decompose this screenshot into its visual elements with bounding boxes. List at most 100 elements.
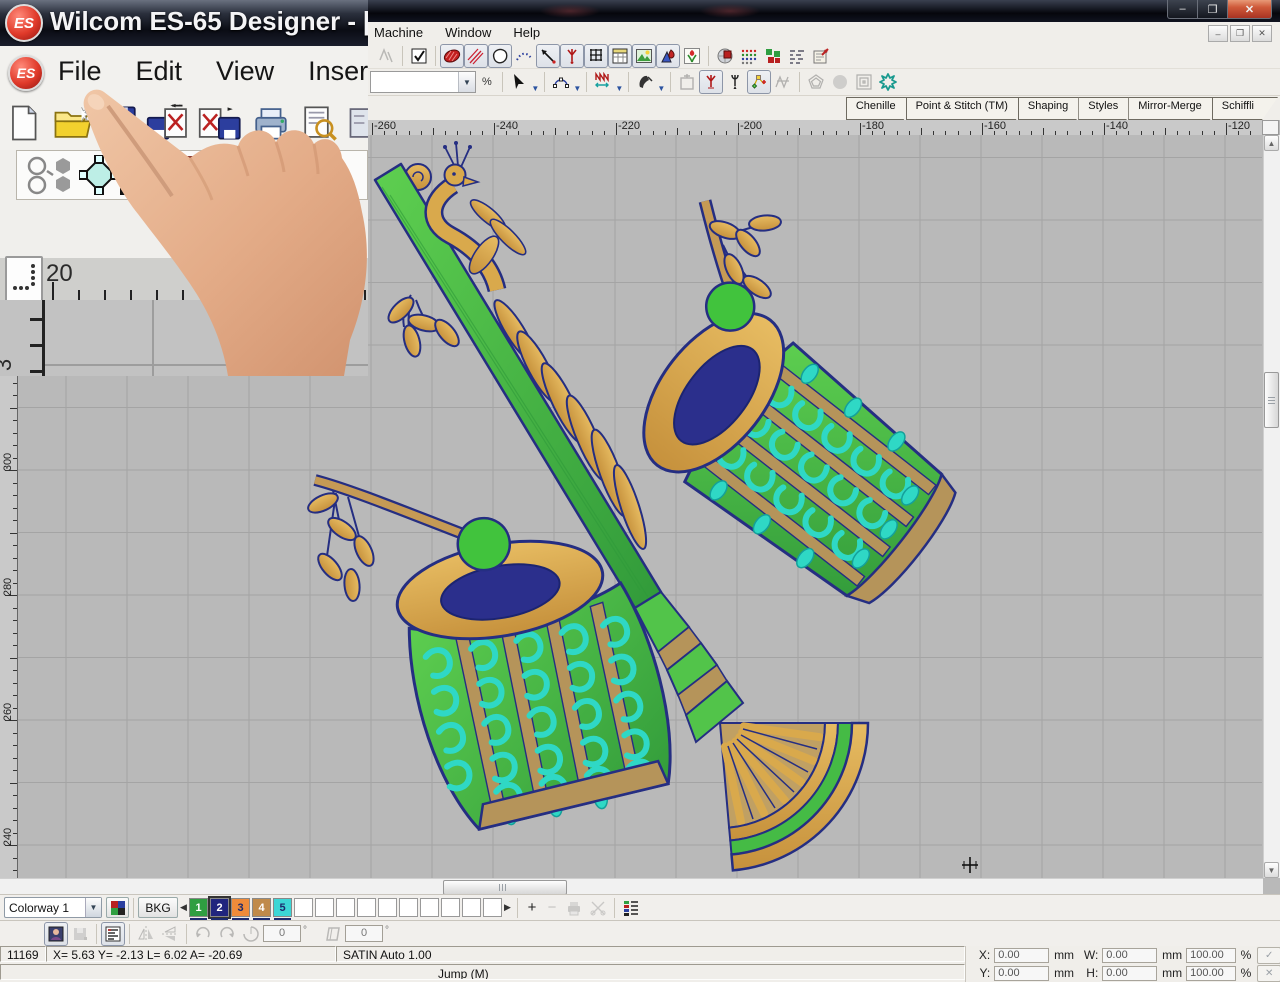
add-color-button[interactable]: + <box>522 896 542 920</box>
vertical-scroll-thumb[interactable] <box>1264 372 1279 428</box>
measure-arrow-icon[interactable] <box>536 44 560 68</box>
cancel-button[interactable]: ✕ <box>1257 965 1280 982</box>
scroll-down-icon[interactable]: ▼ <box>1264 862 1279 878</box>
empty-swatch[interactable] <box>462 898 481 917</box>
tutorial-zoom-inset: ES Wilcom ES-65 Designer - [20 ES FileEd… <box>0 0 368 376</box>
close-button[interactable]: ✕ <box>1228 0 1272 19</box>
select-arrow-icon[interactable] <box>507 70 531 94</box>
bkg-button[interactable]: BKG <box>138 897 178 918</box>
zoom-dropdown-icon[interactable]: ▼ <box>458 72 475 92</box>
minimize-button[interactable]: – <box>1167 0 1198 19</box>
empty-swatch[interactable] <box>399 898 418 917</box>
scroll-up-icon[interactable]: ▲ <box>1264 135 1279 151</box>
menu-item-window[interactable]: Window <box>445 25 491 40</box>
empty-swatch[interactable] <box>336 898 355 917</box>
ruler-tick <box>13 645 17 646</box>
empty-swatch[interactable] <box>357 898 376 917</box>
palette-grid-icon[interactable] <box>106 897 129 918</box>
right-drum[interactable] <box>607 273 983 626</box>
color-swatch-4[interactable]: 4 <box>252 898 271 917</box>
color-swatch-3[interactable]: 3 <box>231 898 250 917</box>
horizontal-scrollbar[interactable] <box>0 878 1263 895</box>
h-label: H: <box>1082 966 1098 980</box>
y-input[interactable]: 0.00 <box>994 966 1049 981</box>
pen-dropdown-icon[interactable]: ▼ <box>657 71 666 93</box>
colorway-select[interactable]: Colorway 1 ▼ <box>4 897 102 918</box>
justify-list-icon[interactable] <box>101 922 125 946</box>
zoom-value[interactable] <box>371 72 458 92</box>
y-unit: mm <box>1054 966 1074 980</box>
design-report-icon[interactable] <box>809 44 833 68</box>
x-input[interactable]: 0.00 <box>994 948 1049 963</box>
color-swatch-1[interactable]: 1 <box>189 898 208 917</box>
mdi-restore-button[interactable]: ❐ <box>1230 25 1250 42</box>
node-edit-icon[interactable] <box>747 70 771 94</box>
stitch-density-icon[interactable] <box>737 44 761 68</box>
outline-pent-disabled-icon <box>804 70 828 94</box>
satin-fill-icon[interactable] <box>440 44 464 68</box>
rotate-ccw-icon <box>191 922 215 946</box>
empty-swatch[interactable] <box>378 898 397 917</box>
mdi-minimize-button[interactable]: – <box>1208 25 1228 42</box>
empty-swatch[interactable] <box>294 898 313 917</box>
inset-ruler-origin-button[interactable] <box>5 256 43 302</box>
skew-angle-input[interactable]: 0 <box>345 925 383 942</box>
reshape-nodes-icon[interactable] <box>549 70 573 94</box>
reshape-dropdown-icon[interactable]: ▼ <box>573 71 582 93</box>
restore-button[interactable]: ❐ <box>1198 0 1228 19</box>
motif-run-icon[interactable] <box>512 44 536 68</box>
needle-plain-icon[interactable] <box>723 70 747 94</box>
color-blocks-icon[interactable] <box>761 44 785 68</box>
needle-pressed-icon[interactable] <box>699 70 723 94</box>
fan-skirt[interactable] <box>720 723 868 870</box>
portrait-image-icon[interactable] <box>44 922 68 946</box>
design-worksheet-icon[interactable] <box>608 44 632 68</box>
w-input[interactable]: 0.00 <box>1102 948 1157 963</box>
mdi-close-button[interactable]: ✕ <box>1252 25 1272 42</box>
scale-y-input[interactable]: 100.00 <box>1186 966 1235 981</box>
scale-x-input[interactable]: 100.00 <box>1186 948 1235 963</box>
cut-colorway-icon <box>586 896 610 920</box>
tab-point-stitch-tm-[interactable]: Point & Stitch (TM) <box>906 97 1032 120</box>
background-scene-icon[interactable] <box>632 44 656 68</box>
auto-check-icon[interactable] <box>407 44 431 68</box>
color-swatch-5[interactable]: 5 <box>273 898 292 917</box>
empty-swatch[interactable] <box>441 898 460 917</box>
zoom-combo[interactable]: ▼ <box>370 71 476 93</box>
swatch-scroll-right-icon[interactable]: ▶ <box>502 898 513 917</box>
tab-schiffli[interactable]: Schiffli <box>1212 97 1278 120</box>
vertical-scrollbar[interactable]: ▲ ▼ <box>1263 135 1280 878</box>
color-swatch-2[interactable]: 2 <box>210 898 229 917</box>
menu-item-help[interactable]: Help <box>513 25 540 40</box>
new-document-icon[interactable] <box>6 101 43 145</box>
menu-item-machine[interactable]: Machine <box>374 25 423 40</box>
select-dropdown-icon[interactable]: ▼ <box>531 71 540 93</box>
decorative-star-icon[interactable] <box>876 70 900 94</box>
confirm-button[interactable]: ✓ <box>1257 947 1280 964</box>
empty-swatch[interactable] <box>420 898 439 917</box>
stitch-pattern-icon[interactable] <box>785 44 809 68</box>
grid-toggle-icon[interactable] <box>584 44 608 68</box>
peacock-bird[interactable] <box>434 141 652 552</box>
outline-stitch-icon[interactable] <box>488 44 512 68</box>
artwork-flower-icon[interactable] <box>680 44 704 68</box>
swatch-scroll-left-icon[interactable]: ◀ <box>178 898 189 917</box>
stitch-nnn-icon[interactable] <box>591 70 615 94</box>
pen-digitize-icon[interactable] <box>633 70 657 94</box>
percent-x-label: % <box>1241 948 1252 962</box>
ruler-tick <box>13 770 17 771</box>
horizontal-scroll-thumb[interactable] <box>443 880 567 895</box>
machine-format-icon[interactable] <box>713 44 737 68</box>
color-list-icon[interactable] <box>619 896 643 920</box>
tatami-fill-icon[interactable] <box>464 44 488 68</box>
empty-swatch[interactable] <box>483 898 502 917</box>
shapes-view-icon[interactable] <box>656 44 680 68</box>
empty-swatch[interactable] <box>315 898 334 917</box>
rotate-angle-input[interactable]: 0 <box>263 925 301 942</box>
h-input[interactable]: 0.00 <box>1102 966 1157 981</box>
needle-point-icon[interactable] <box>560 44 584 68</box>
ruler-tick <box>677 128 678 135</box>
stitch-dropdown-icon[interactable]: ▼ <box>615 71 624 93</box>
tab-mirror-merge[interactable]: Mirror-Merge <box>1128 97 1226 120</box>
colorway-dropdown-icon[interactable]: ▼ <box>85 898 101 917</box>
